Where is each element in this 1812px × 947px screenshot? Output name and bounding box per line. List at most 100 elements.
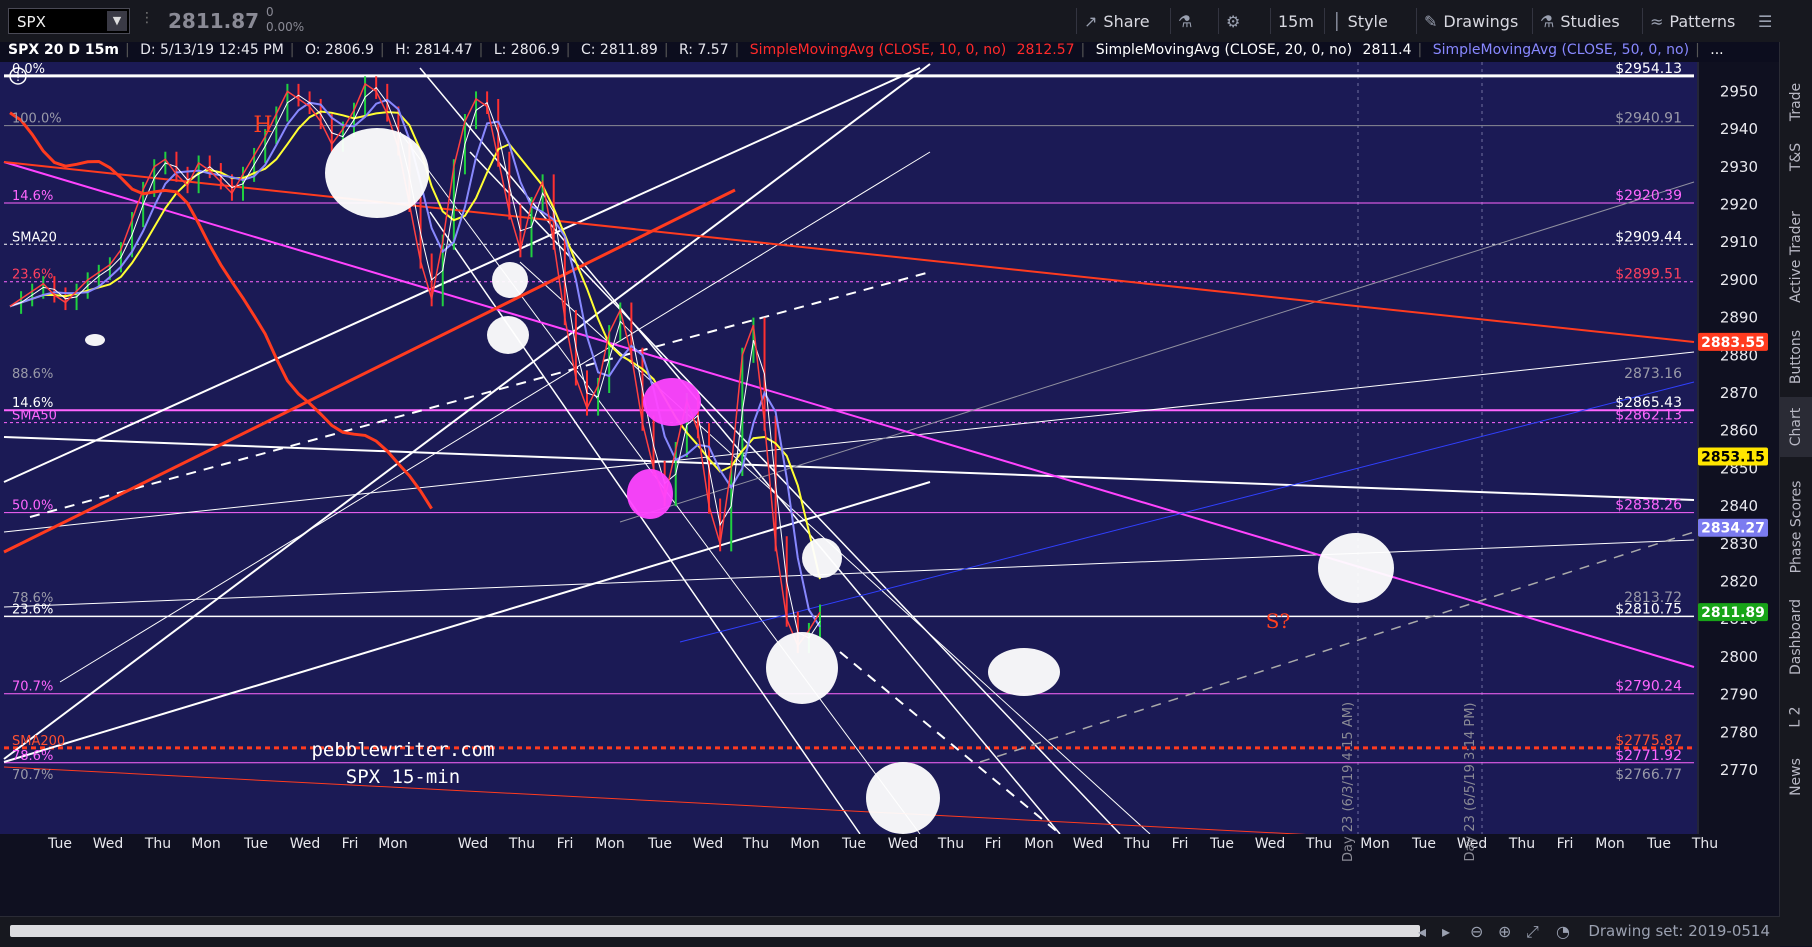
drawing-set-icon[interactable]: ◔ [1556,922,1570,941]
share-button[interactable]: ↗ Share [1084,0,1150,42]
sidebar-tab-active-trader[interactable]: Active Trader [1780,202,1812,312]
sidebar-tab-t-s[interactable]: T&S [1780,132,1812,182]
x-tick-label: Wed [1073,836,1104,852]
zoom-out-icon[interactable]: ⊖ [1470,922,1483,941]
studies-label: Studies [1560,11,1620,31]
symbol-text: SPX [17,13,46,31]
circle-annotation [492,262,528,298]
level-label-right: $2920.39 [1615,188,1682,204]
chevron-down-icon[interactable]: ▼ [107,11,127,31]
level-label-right: $2899.51 [1615,267,1682,283]
x-tick-label: Thu [1508,836,1535,852]
annotation-h: H [253,113,272,138]
y-tick-label: 2780 [1720,723,1758,741]
x-tick-label: Tue [841,836,866,852]
header-high: H: 2814.47 [395,42,473,58]
toolbar: SPX ▼ ⋮ 2811.87 0 0.00% ↗ Share ⚗ ⚙ 15m │ Styl… [0,0,1812,43]
studies-button[interactable]: ⚗ Studies [1540,0,1620,42]
x-tick-label: Fri [1172,836,1189,852]
y-tick-label: 2790 [1720,686,1758,704]
symbol-selector[interactable]: SPX ▼ [8,8,130,34]
sidebar-tab-label: Chart [1788,407,1805,447]
sidebar-tab-trade[interactable]: Trade [1780,72,1812,132]
level-label-left: 70.7% [12,768,53,783]
sma50-label[interactable]: SimpleMovingAvg (CLOSE, 50, 0, no) [1433,42,1689,58]
x-tick-label: Thu [508,836,535,852]
y-tick-label: 2800 [1720,648,1758,666]
circle-annotation [627,469,673,519]
level-label-right: $2775.87 [1615,733,1682,749]
toolbar-separator [1076,8,1077,34]
x-tick-label: Mon [1024,836,1054,852]
zoom-in-icon[interactable]: ⊕ [1498,922,1511,941]
y-tick-label: 2920 [1720,196,1758,214]
level-label-right: $2909.44 [1615,229,1682,245]
timeframe-button[interactable]: 15m [1278,0,1314,42]
price-badge-text: 2811.89 [1701,605,1765,621]
price-chart[interactable]: 0.0%100.0%14.6%SMA2023.6%88.6%14.6%SMA50… [0,62,1780,902]
sidebar-tab-label: Buttons [1788,329,1805,385]
price-change: 0 0.00% [266,5,304,35]
patterns-button[interactable]: ≈ Patterns [1650,0,1735,42]
x-tick-label: Fri [557,836,574,852]
x-tick-label: Tue [1411,836,1436,852]
style-button[interactable]: │ Style [1332,0,1388,42]
patterns-label: Patterns [1669,11,1736,31]
drawings-label: Drawings [1443,11,1519,31]
sidebar-tab-dashboard[interactable]: Dashboard [1780,587,1812,687]
header-low: L: 2806.9 [493,42,560,58]
sidebar-tab-buttons[interactable]: Buttons [1780,317,1812,397]
lab-button[interactable]: ⚗ [1178,0,1192,42]
price-badge-text: 2883.55 [1701,335,1765,351]
y-tick-label: 2840 [1720,497,1758,515]
x-tick-label: Wed [888,836,919,852]
chart-area[interactable]: 0.0% 100.0% 14.6% SMA20 23.6% 88.6% 14.6% SMA50… [0,62,1780,902]
level-label-right: $2790.24 [1615,679,1682,695]
price-badge-text: 2834.27 [1701,521,1765,537]
day-marker-label: Day 23 (6/3/19 4:15 AM) [1341,702,1356,862]
toolbar-separator [1416,8,1417,34]
right-sidebar: Trade T&S Active Trader Buttons Chart Phase S… [1779,42,1812,946]
menu-icon: ☰ [1758,11,1773,31]
x-tick-label: Thu [1691,836,1718,852]
header-date: D: 5/13/19 12:45 PM [140,42,284,58]
toolbar-separator [1218,8,1219,34]
circle-annotation [643,378,701,426]
x-tick-label: Mon [595,836,625,852]
sidebar-tab-label: Trade [1788,82,1804,122]
sidebar-tab-chart[interactable]: Chart [1780,397,1812,457]
x-tick-label: Wed [93,836,124,852]
toolbar-separator [1170,8,1171,34]
circle-annotation [325,128,429,218]
drawing-set-label[interactable]: Drawing set: 2019-0514 [1588,922,1770,940]
scroll-left-icon[interactable]: ◂ [1418,922,1426,941]
bottom-bar: ◂ ▸ ⊖ ⊕ ⤢ ◔ Drawing set: 2019-0514 [0,916,1780,947]
horizontal-scrollbar[interactable] [10,925,1420,937]
link-icon[interactable]: ⋮ [140,10,154,30]
sidebar-tab-l-2[interactable]: L 2 [1780,697,1812,737]
timeframe-label: 15m [1278,11,1314,31]
y-tick-label: 2940 [1720,120,1758,138]
x-tick-label: Thu [937,836,964,852]
sidebar-tab-label: L 2 [1787,706,1804,728]
level-label-left: 100.0% [12,112,62,127]
sidebar-tab-phase-scores[interactable]: Phase Scores [1780,467,1812,587]
sma20-label[interactable]: SimpleMovingAvg (CLOSE, 20, 0, no) [1096,42,1352,58]
level-label-right: $2810.75 [1615,601,1682,617]
x-tick-label: Wed [290,836,321,852]
scroll-right-icon[interactable]: ▸ [1442,922,1450,941]
x-tick-label: Wed [458,836,489,852]
y-tick-label: 2820 [1720,573,1758,591]
settings-button[interactable]: ⚙ [1226,0,1240,42]
menu-button[interactable]: ☰ [1758,0,1772,42]
candle-icon: │ [1332,11,1342,31]
sma10-label[interactable]: SimpleMovingAvg (CLOSE, 10, 0, no) [750,42,1006,58]
fit-icon[interactable]: ⤢ [1526,922,1539,942]
toolbar-separator [1642,8,1643,34]
toolbar-separator [1532,8,1533,34]
watermark-site: pebblewriter.com [311,739,494,761]
sidebar-tab-news[interactable]: News [1780,747,1812,807]
drawings-button[interactable]: ✎ Drawings [1424,0,1518,42]
level-label-left: 70.7% [12,680,53,695]
more-studies[interactable]: ... [1710,42,1723,58]
